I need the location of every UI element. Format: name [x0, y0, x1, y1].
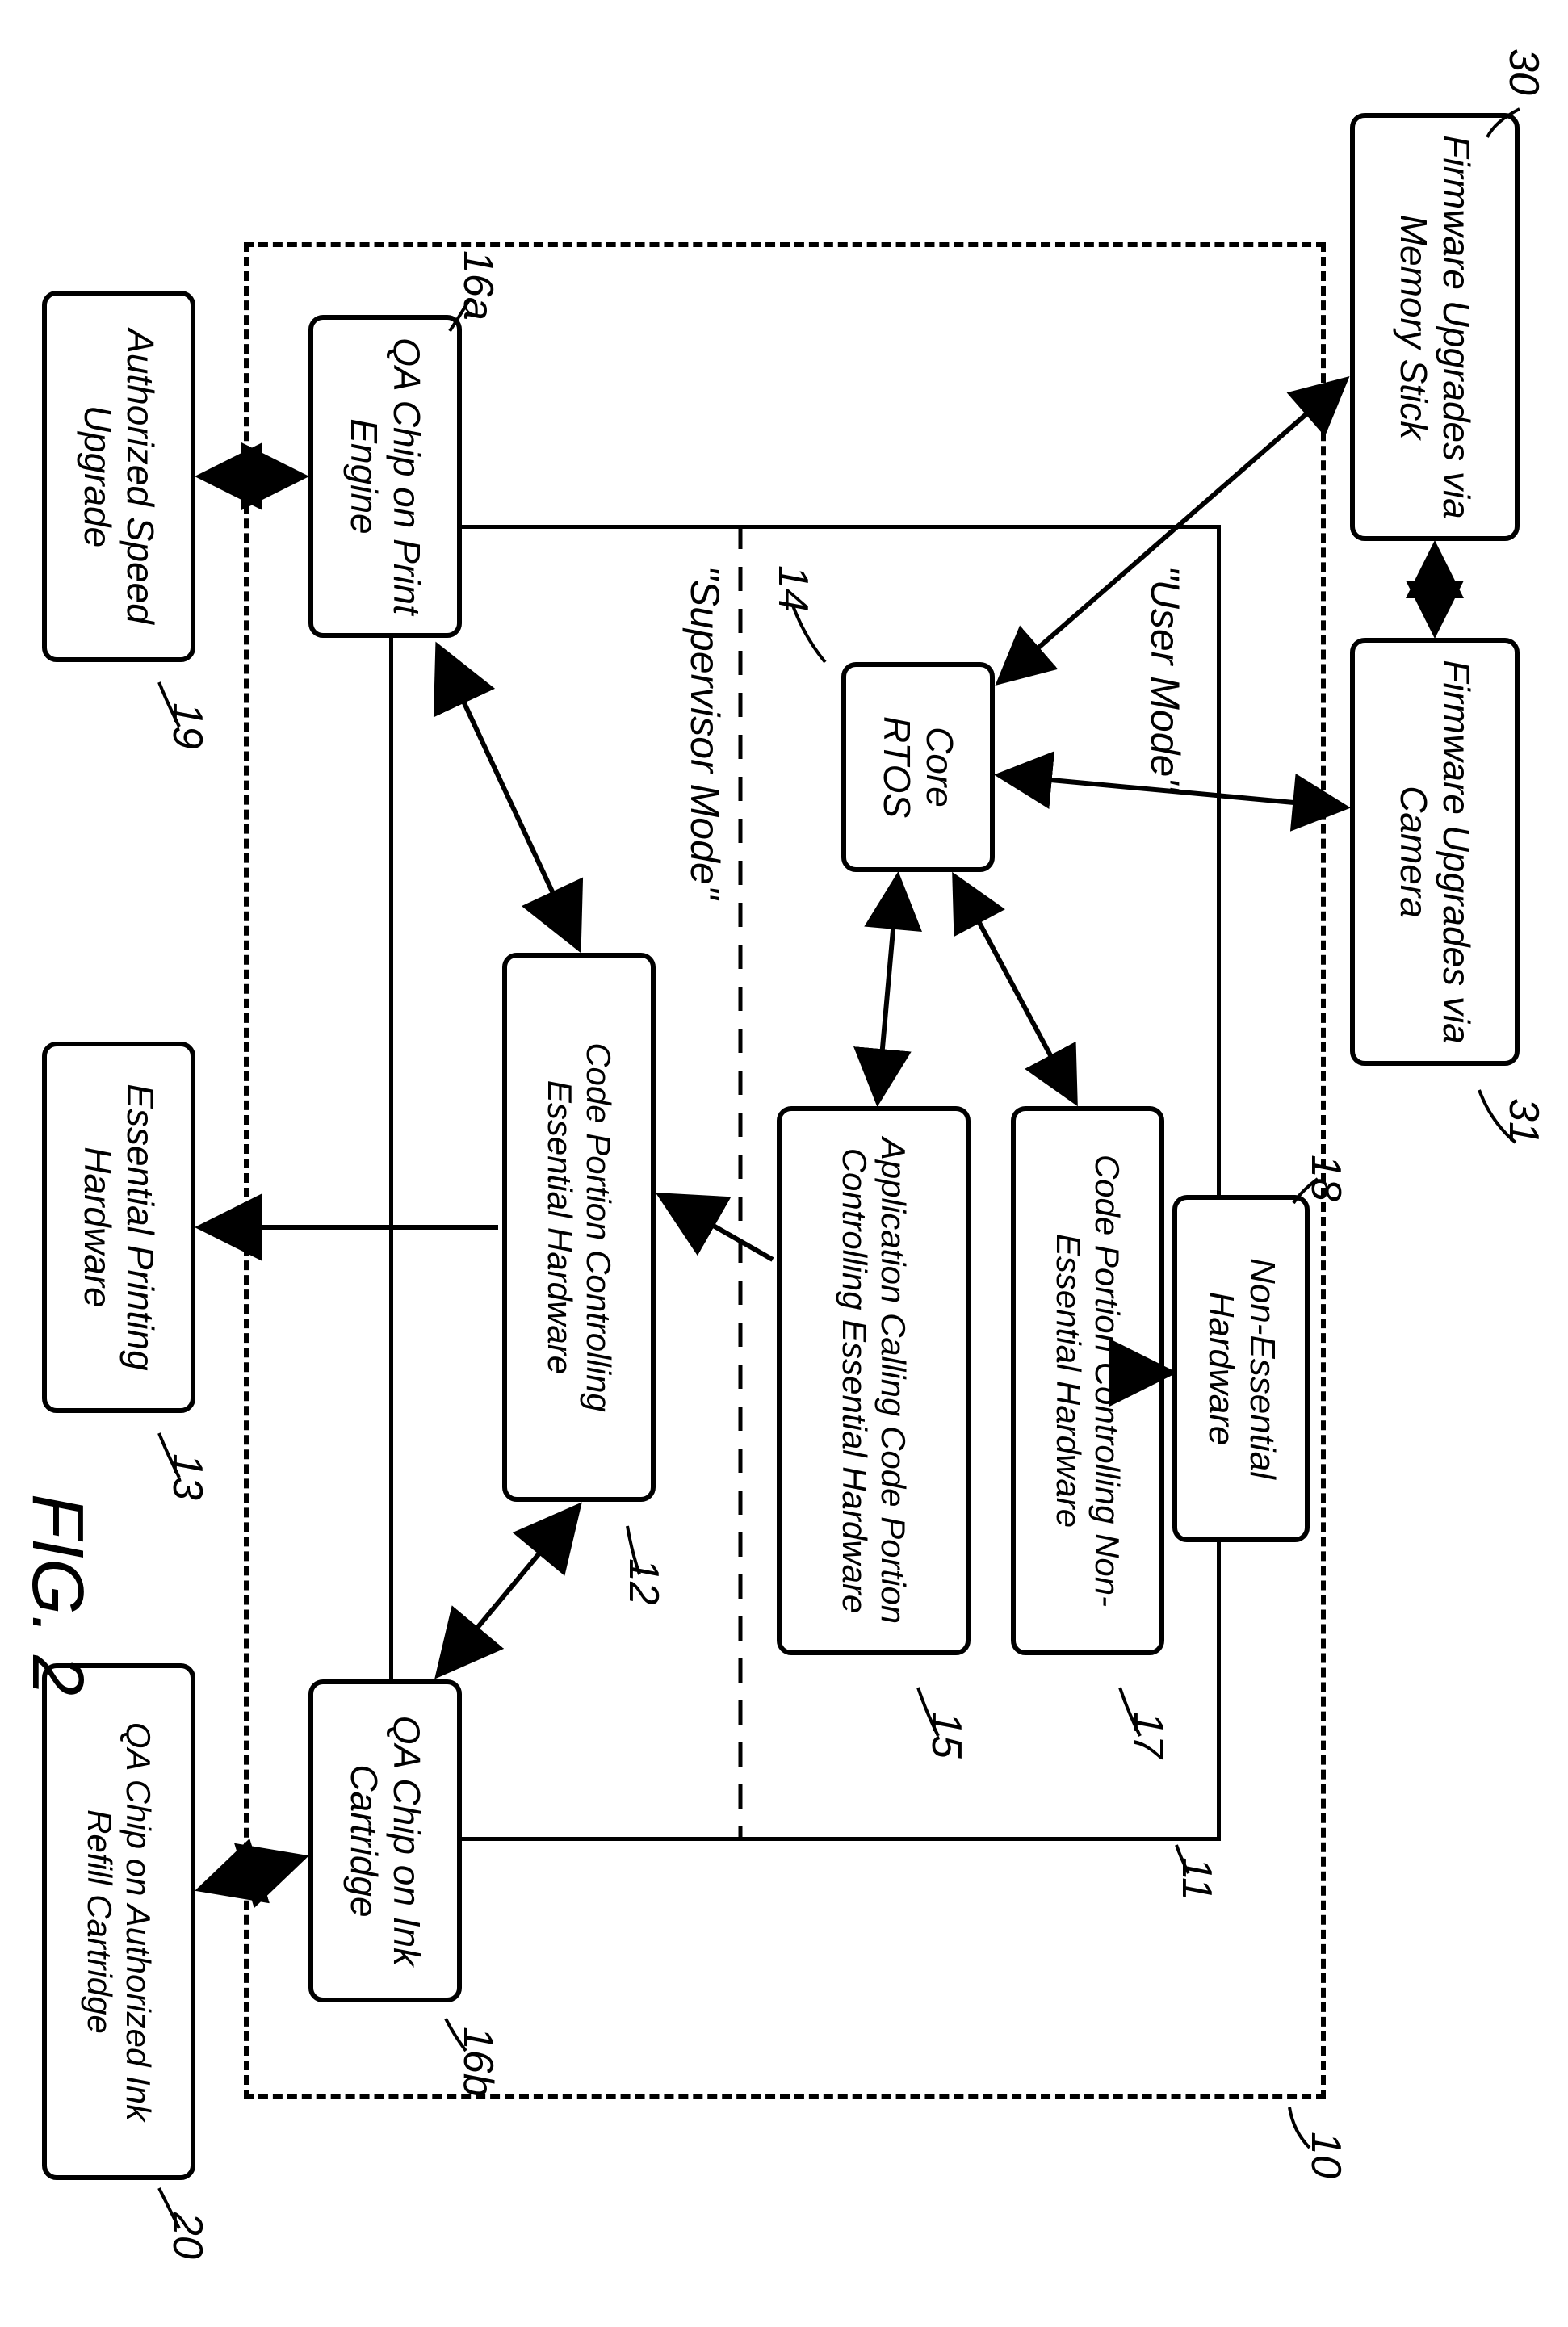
connectors-clean — [0, 0, 1568, 2327]
rotated-canvas: "User Mode" "Supervisor Mode" Firmware U… — [0, 0, 1568, 2327]
diagram-stage: "User Mode" "Supervisor Mode" Firmware U… — [0, 0, 1568, 2327]
